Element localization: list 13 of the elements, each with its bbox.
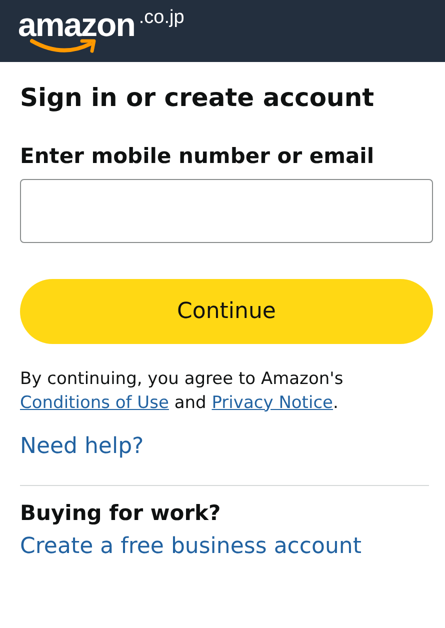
conditions-link[interactable]: Conditions of Use [20,392,169,413]
business-account-link[interactable]: Create a free business account [20,530,362,563]
input-field[interactable] [20,178,433,243]
smile-arrow-icon [30,38,98,54]
continue-button[interactable]: Continue [20,278,433,344]
help-link[interactable]: Need help? [20,430,144,464]
privacy-link[interactable]: Privacy Notice [212,392,334,413]
page-title: Sign in or create account [20,82,376,114]
terms-text: By continuing, you agree to Amazon's Conditions of Use and Privacy Notice. [20,368,344,415]
field-label: Enter mobile number or email [20,142,376,170]
business-heading: Buying for work? [20,500,222,528]
logo-text[interactable]: amazon [18,8,135,41]
logo-domain: .co.jp [138,8,184,27]
